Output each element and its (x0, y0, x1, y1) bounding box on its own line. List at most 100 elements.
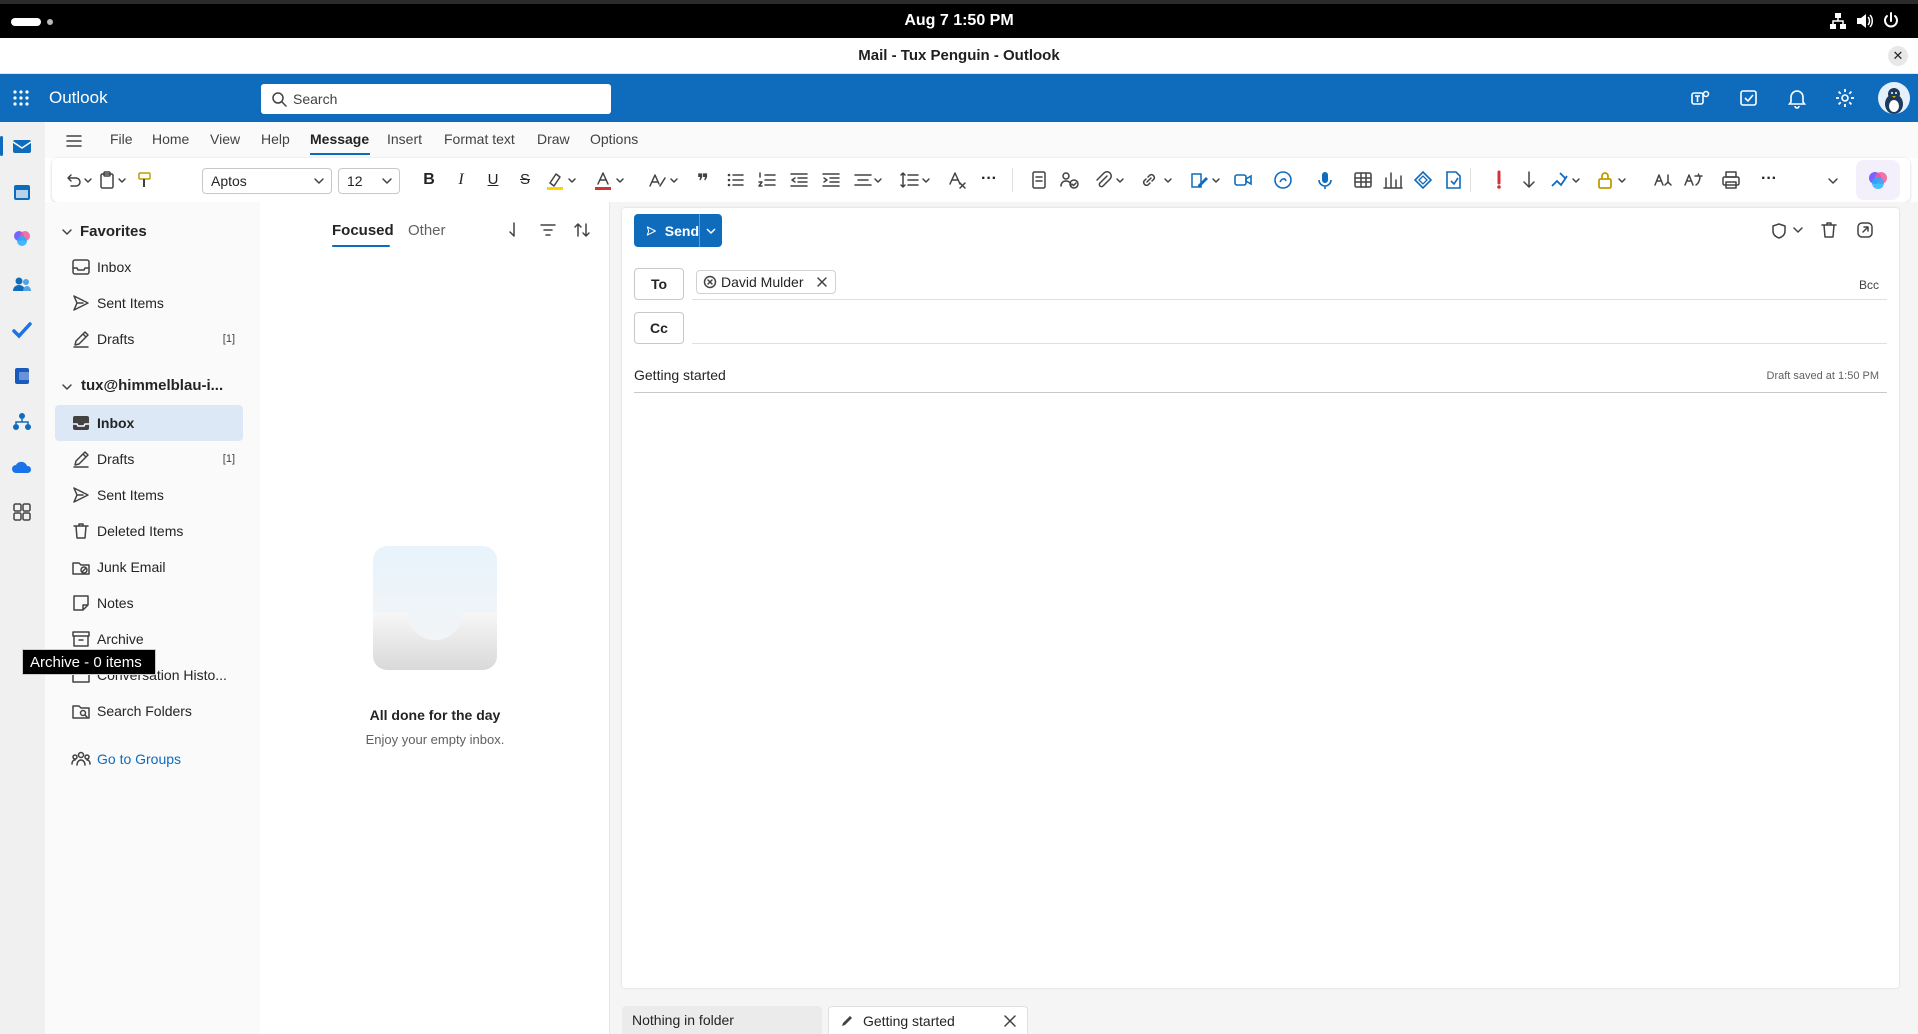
onedrive-app-icon[interactable] (10, 456, 34, 480)
dictate-doc-icon[interactable] (1028, 169, 1050, 191)
copilot-app-icon[interactable] (10, 226, 34, 250)
sensitivity-shield-icon[interactable] (1770, 222, 1788, 240)
calendar-app-icon[interactable] (10, 180, 34, 204)
pop-out-icon[interactable] (1856, 221, 1874, 239)
tab-options[interactable]: Options (590, 131, 638, 147)
chevron-down-icon[interactable] (1570, 169, 1582, 191)
encrypt-lock-icon[interactable] (1594, 169, 1616, 191)
org-explorer-icon[interactable] (10, 410, 34, 434)
app-launcher-icon[interactable] (13, 90, 29, 106)
account-header[interactable]: tux@himmelblau-i... (81, 377, 223, 394)
cc-button[interactable]: Cc (634, 312, 684, 344)
tab-format-text[interactable]: Format text (444, 131, 515, 147)
more-options-icon[interactable]: ··· (1758, 169, 1780, 191)
folder-favorites-inbox[interactable]: Inbox (55, 249, 243, 285)
high-importance-icon[interactable] (1488, 169, 1510, 191)
remove-recipient-icon[interactable] (815, 275, 829, 289)
mail-app-icon[interactable] (10, 134, 34, 158)
folder-sent-items[interactable]: Sent Items (55, 477, 243, 513)
chevron-down-icon[interactable] (1114, 169, 1126, 191)
filter-icon[interactable] (538, 220, 558, 240)
network-icon[interactable] (1829, 12, 1847, 30)
dictate-microphone-icon[interactable] (1314, 169, 1336, 191)
align-icon[interactable] (852, 169, 874, 191)
chevron-down-icon[interactable] (614, 169, 626, 191)
user-avatar[interactable] (1878, 82, 1910, 114)
discard-trash-icon[interactable] (1820, 221, 1838, 239)
folder-inbox[interactable]: Inbox (55, 405, 243, 441)
volume-icon[interactable] (1855, 12, 1873, 30)
paste-icon[interactable] (96, 169, 118, 191)
bold-button[interactable]: B (418, 169, 440, 191)
tab-other[interactable]: Other (408, 222, 446, 239)
chevron-down-icon[interactable] (1792, 224, 1804, 236)
line-spacing-icon[interactable] (898, 169, 920, 191)
numbering-icon[interactable] (756, 169, 778, 191)
font-size-select[interactable]: 12 (338, 168, 400, 194)
hamburger-menu-icon[interactable] (65, 132, 83, 150)
bcc-button[interactable]: Bcc (1859, 278, 1879, 292)
loop-chat-icon[interactable] (1272, 169, 1294, 191)
chevron-down-icon[interactable] (872, 169, 884, 191)
font-family-select[interactable]: Aptos (202, 168, 332, 194)
chevron-down-icon[interactable] (116, 169, 128, 191)
undo-icon[interactable] (62, 169, 84, 191)
sort-icon[interactable] (572, 220, 592, 240)
select-arrow-icon[interactable] (504, 220, 524, 240)
chevron-down-icon[interactable] (920, 169, 932, 191)
cc-input[interactable] (692, 312, 1887, 344)
folder-junk-email[interactable]: Junk Email (55, 549, 243, 585)
quote-icon[interactable]: ❞ (692, 169, 714, 193)
print-icon[interactable] (1720, 169, 1742, 191)
subject-field[interactable]: Getting started (634, 367, 726, 383)
chevron-down-icon[interactable] (61, 226, 73, 238)
todo-app-icon[interactable] (10, 318, 34, 342)
increase-indent-icon[interactable] (820, 169, 842, 191)
signature-icon[interactable] (1188, 169, 1210, 191)
low-importance-icon[interactable] (1518, 169, 1540, 191)
whats-new-icon[interactable] (1737, 86, 1761, 110)
format-painter-icon[interactable] (134, 169, 156, 191)
tab-focused[interactable]: Focused (332, 222, 394, 239)
go-to-groups-link[interactable]: Go to Groups (55, 741, 243, 777)
chevron-down-icon[interactable] (1616, 169, 1628, 191)
send-options-button[interactable] (700, 214, 722, 247)
folder-drafts[interactable]: Drafts [1] (55, 441, 243, 477)
power-icon[interactable] (1882, 12, 1900, 30)
tab-view[interactable]: View (210, 131, 240, 147)
folder-favorites-sent[interactable]: Sent Items (55, 285, 243, 321)
check-names-icon[interactable] (1058, 169, 1080, 191)
system-clock[interactable]: Aug 7 1:50 PM (0, 12, 1918, 30)
tab-file[interactable]: File (110, 131, 133, 147)
apps-diamond-icon[interactable] (1412, 169, 1434, 191)
viva-insights-icon[interactable] (1442, 169, 1464, 191)
styles-icon[interactable] (646, 169, 668, 191)
recipient-chip[interactable]: David Mulder (696, 270, 837, 294)
close-icon[interactable] (1003, 1014, 1017, 1028)
font-color-icon[interactable] (592, 169, 614, 191)
chevron-down-icon[interactable] (1210, 169, 1222, 191)
send-button[interactable]: Send (634, 214, 700, 247)
chevron-down-icon[interactable] (1162, 169, 1174, 191)
bullets-icon[interactable] (724, 169, 746, 191)
more-apps-icon[interactable] (10, 500, 34, 524)
chevron-down-icon[interactable] (566, 169, 578, 191)
chart-icon[interactable] (1382, 169, 1404, 191)
app-name[interactable]: Outlook (49, 88, 108, 108)
tab-draw[interactable]: Draw (537, 131, 570, 147)
underline-button[interactable]: U (482, 169, 504, 191)
to-button[interactable]: To (634, 268, 684, 300)
folder-search-folders[interactable]: Search Folders (55, 693, 243, 729)
copilot-button[interactable] (1856, 160, 1900, 200)
chevron-down-icon[interactable] (61, 381, 73, 393)
settings-gear-icon[interactable] (1833, 86, 1857, 110)
chevron-down-icon[interactable] (82, 169, 94, 191)
clear-formatting-icon[interactable] (946, 169, 968, 191)
message-body-editor[interactable] (634, 408, 1887, 978)
attach-file-icon[interactable] (1092, 169, 1114, 191)
link-icon[interactable] (1138, 169, 1160, 191)
italic-button[interactable]: I (450, 169, 472, 191)
decrease-indent-icon[interactable] (788, 169, 810, 191)
tab-getting-started-draft[interactable]: Getting started (828, 1006, 1028, 1034)
editor-icon[interactable] (1652, 169, 1674, 191)
